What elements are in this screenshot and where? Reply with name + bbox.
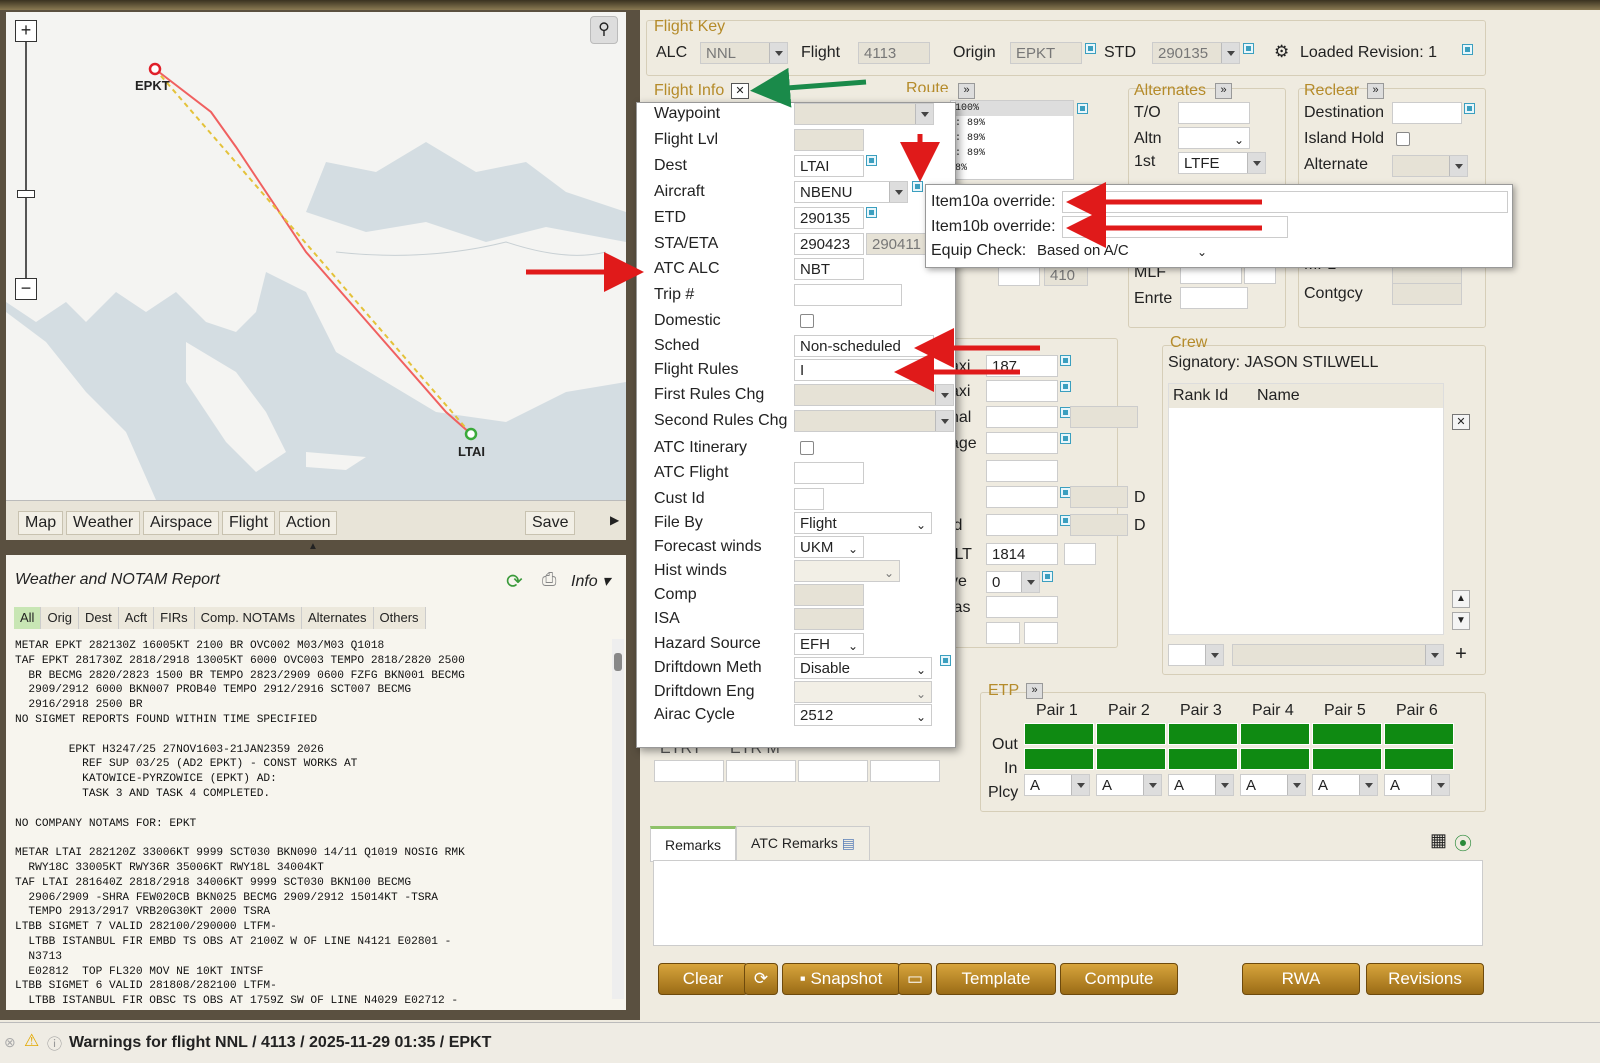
green-arrow [750,67,867,108]
annotation-arrows [526,67,1262,392]
